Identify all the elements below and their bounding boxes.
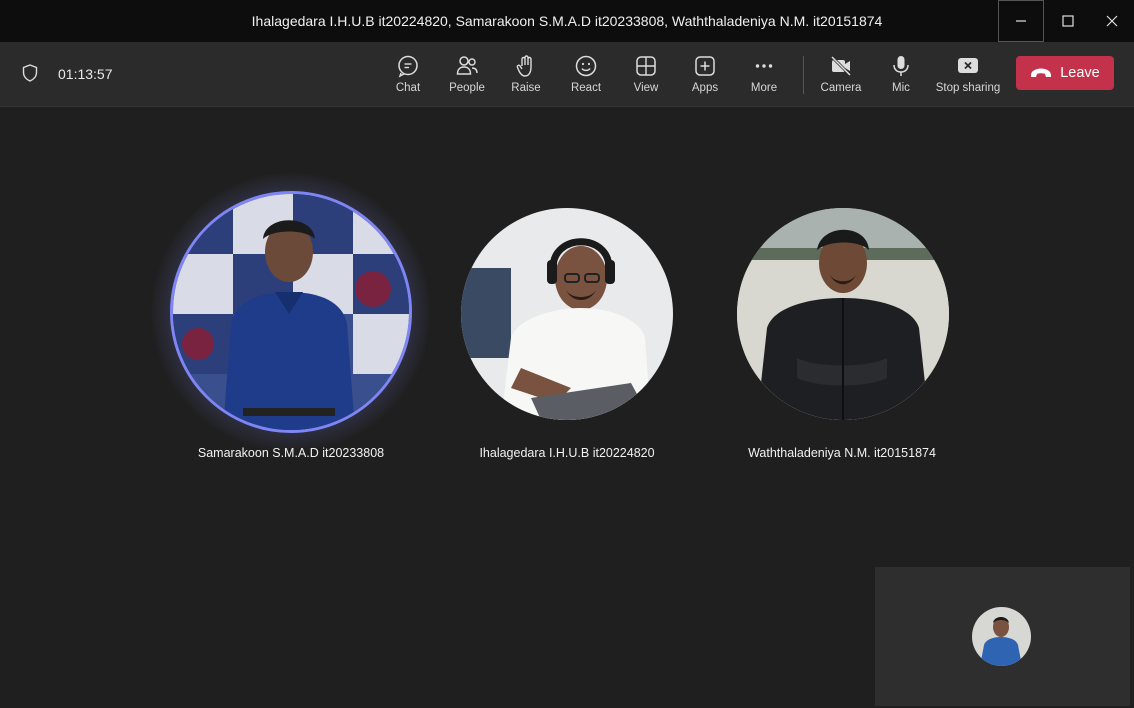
avatar [737,208,949,420]
minimize-icon [1016,20,1026,22]
minimize-button[interactable] [998,0,1044,42]
hang-up-icon [1031,68,1052,77]
camera-label: Camera [820,82,862,94]
toolbar-divider [803,56,804,94]
raise-hand-icon [516,55,532,77]
close-icon [1106,15,1118,27]
avatar [461,208,673,420]
self-view-tile[interactable] [875,567,1130,706]
react-icon [575,55,597,77]
view-label: View [633,82,659,94]
participant-name: Samarakoon S.M.A.D it20233808 [197,446,385,460]
participant-photo [461,208,673,420]
apps-label: Apps [691,82,719,94]
apps-icon [695,56,715,76]
window-title: Ihalagedara I.H.U.B it20224820, Samarako… [251,13,883,29]
stop-sharing-label: Stop sharing [935,82,1001,94]
participant-photo [173,194,409,430]
react-button[interactable]: React [558,54,614,94]
more-button[interactable]: More [736,54,792,94]
leave-label: Leave [1060,65,1100,81]
maximize-button[interactable] [1046,0,1090,42]
people-icon [456,56,478,75]
window-controls [998,0,1134,42]
close-button[interactable] [1090,0,1134,42]
maximize-icon [1062,15,1074,27]
people-button[interactable]: People [439,54,495,94]
participant-photo [737,208,949,420]
stop-sharing-button[interactable]: Stop sharing [932,54,1004,94]
participant-name: Waththaladeniya N.M. it20151874 [748,446,936,460]
camera-off-icon [830,55,852,77]
more-icon [755,64,773,68]
self-photo [972,607,1031,666]
view-icon [636,56,656,76]
raise-label: Raise [511,82,541,94]
meeting-timer: 01:13:57 [58,66,113,82]
participant-name: Ihalagedara I.H.U.B it20224820 [479,446,655,460]
chat-label: Chat [395,82,421,94]
avatar [170,191,412,433]
chat-button[interactable]: Chat [380,54,436,94]
mic-button[interactable]: Mic [873,54,929,94]
self-avatar [972,607,1031,666]
people-label: People [449,82,485,94]
react-label: React [570,82,602,94]
leave-button[interactable]: Leave [1016,56,1114,90]
stop-sharing-icon [958,58,978,73]
chat-icon [398,55,418,78]
camera-button[interactable]: Camera [813,54,869,94]
title-bar: Ihalagedara I.H.U.B it20224820, Samarako… [0,0,1134,42]
raise-hand-button[interactable]: Raise [498,54,554,94]
more-label: More [750,82,778,94]
view-button[interactable]: View [618,54,674,94]
mic-icon [893,56,909,76]
apps-button[interactable]: Apps [677,54,733,94]
mic-label: Mic [892,82,910,94]
shield-icon[interactable] [22,64,38,82]
